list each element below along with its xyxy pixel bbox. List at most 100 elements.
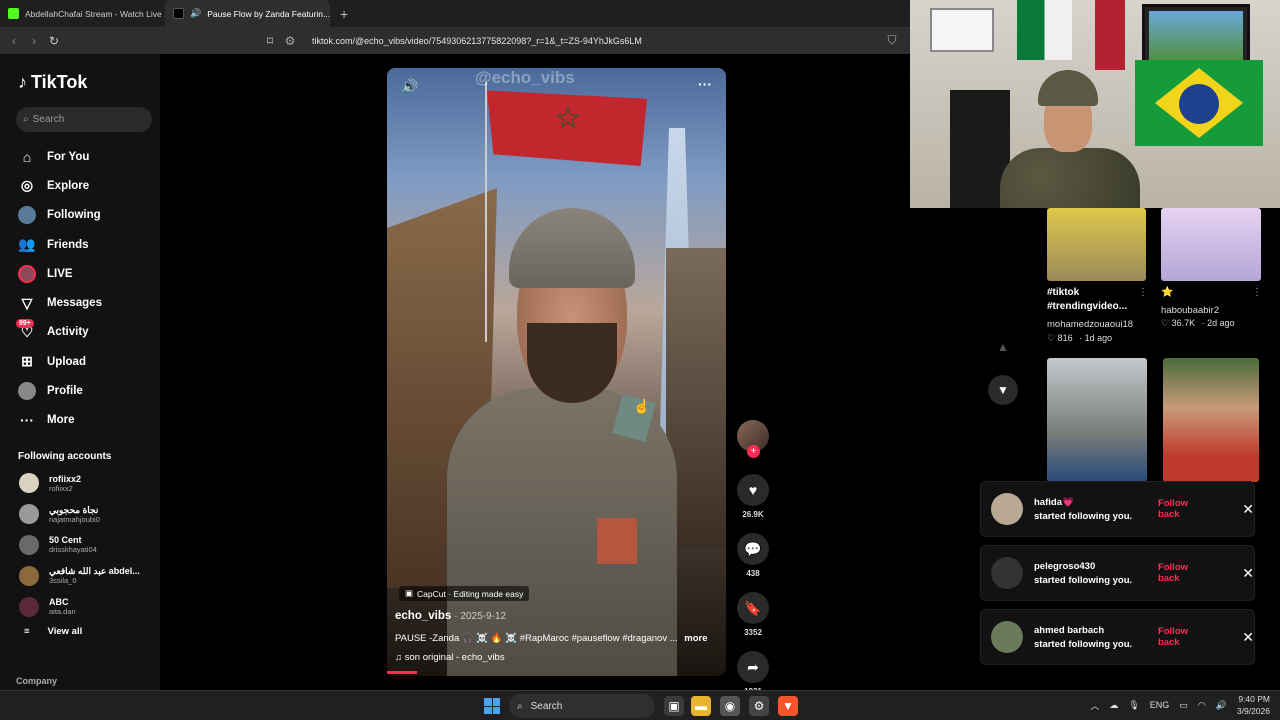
- algeria-flag: [1017, 0, 1072, 60]
- video-player[interactable]: ☆ @echo_vibs 🔊 ··· ☝ ▣ CapCut · Editing …: [387, 68, 726, 676]
- video-author[interactable]: echo_vibs: [395, 610, 451, 622]
- view-all-label: View all: [47, 625, 83, 637]
- close-icon[interactable]: ✕: [1242, 629, 1254, 646]
- brave-browser-icon[interactable]: ▼: [778, 696, 798, 716]
- follow-notification: pelegroso430 started following you. Follo…: [980, 545, 1255, 601]
- language-indicator[interactable]: ENG: [1150, 700, 1170, 710]
- dot-separator: ·: [1201, 318, 1205, 328]
- avatar[interactable]: [991, 621, 1023, 653]
- menu-for-you[interactable]: ⌂ For You: [16, 142, 160, 171]
- task-view-icon[interactable]: ▣: [664, 696, 684, 716]
- clock[interactable]: 9:40 PM 3/9/2026: [1237, 693, 1270, 717]
- video-actions: + ♥ 26.9K 💬 438 🔖 3352 ➦ 1831: [735, 420, 771, 696]
- search-input[interactable]: ⌕ Search: [16, 107, 152, 132]
- network-icon[interactable]: ▭: [1179, 700, 1188, 711]
- view-all-button[interactable]: ≡ View all: [24, 626, 160, 637]
- item-title[interactable]: #tiktok #trendingvideo...: [1047, 286, 1127, 314]
- video-thumbnail[interactable]: [1047, 208, 1146, 281]
- reload-icon[interactable]: ↻: [44, 34, 64, 48]
- account-name: 50 Cent: [49, 535, 82, 546]
- menu-friends[interactable]: 👥 Friends: [16, 230, 160, 259]
- follow-plus-icon[interactable]: +: [747, 445, 760, 458]
- notif-name: ahmed barbach: [1034, 624, 1105, 636]
- like-action[interactable]: ♥ 26.9K: [737, 474, 769, 519]
- tiktok-logo[interactable]: ♪ TikTok: [18, 72, 160, 93]
- menu-live[interactable]: LIVE: [16, 259, 160, 288]
- avatar: [19, 504, 39, 525]
- video-sound[interactable]: ♫ son original - echo_vibs: [395, 652, 505, 663]
- microphone-icon[interactable]: 🎙: [1128, 700, 1139, 711]
- volume-icon[interactable]: 🔊: [401, 78, 418, 95]
- following-account[interactable]: rofiixx2 rofiixx2: [19, 468, 160, 499]
- cloud-icon[interactable]: ☁: [1109, 700, 1118, 711]
- item-title-line: #trendingvideo...: [1047, 301, 1128, 312]
- compass-icon: ◎: [20, 177, 34, 194]
- character-beanie: [509, 208, 635, 288]
- capcut-badge[interactable]: ▣ CapCut · Editing made easy: [399, 586, 530, 601]
- avatar[interactable]: [991, 557, 1023, 589]
- menu-following[interactable]: Following: [16, 201, 160, 230]
- menu-messages[interactable]: ▽ Messages: [16, 288, 160, 317]
- taskbar-search[interactable]: ⌕ Search: [509, 694, 655, 718]
- comment-action[interactable]: 💬 438: [737, 533, 769, 578]
- shield-icon[interactable]: ⛉: [882, 33, 902, 48]
- close-icon[interactable]: ✕: [1242, 501, 1254, 518]
- volume-icon[interactable]: 🔊: [1216, 700, 1227, 711]
- menu-label: Upload: [47, 355, 86, 368]
- video-thumbnail[interactable]: [1161, 208, 1261, 281]
- following-account[interactable]: 50 Cent drisskhayati04: [19, 530, 160, 561]
- following-account[interactable]: ABC aita.dan: [19, 591, 160, 622]
- account-user: 3ssila_0: [49, 576, 77, 586]
- site-info-icon[interactable]: ⚙: [280, 34, 300, 48]
- next-video-icon[interactable]: ▼: [988, 375, 1018, 405]
- hand-cursor-icon: ☝: [633, 398, 651, 414]
- follow-back-button[interactable]: Follow back: [1158, 562, 1212, 584]
- tv-screen: [1149, 11, 1243, 63]
- avatar[interactable]: [991, 493, 1023, 525]
- company-link[interactable]: Company: [16, 676, 57, 686]
- menu-activity[interactable]: ♡ 99+ Activity: [16, 318, 160, 347]
- settings-icon[interactable]: ⚙: [749, 696, 769, 716]
- video-thumbnail[interactable]: [1047, 358, 1147, 482]
- tiktok-note-icon: ♪: [18, 72, 27, 92]
- follow-back-button[interactable]: Follow back: [1158, 498, 1212, 520]
- close-icon[interactable]: ✕: [1242, 565, 1254, 582]
- creator-avatar[interactable]: +: [737, 420, 769, 458]
- new-tab-icon[interactable]: +: [340, 6, 348, 22]
- menu-profile[interactable]: Profile: [16, 376, 160, 405]
- camera-icon[interactable]: ◉: [720, 696, 740, 716]
- item-user[interactable]: haboubaabir2: [1161, 305, 1219, 316]
- forward-icon[interactable]: ›: [24, 34, 44, 48]
- video-thumbnail[interactable]: [1163, 358, 1259, 482]
- item-more-icon[interactable]: ⋮: [1252, 287, 1262, 298]
- item-title[interactable]: ⭐: [1161, 286, 1173, 300]
- speaker-icon: 🔊: [190, 8, 202, 18]
- menu-explore[interactable]: ◎ Explore: [16, 171, 160, 200]
- item-age: 1d ago: [1084, 333, 1113, 343]
- item-more-icon[interactable]: ⋮: [1138, 287, 1148, 298]
- tab-stream[interactable]: AbdellahChafai Stream - Watch Live ...: [0, 0, 165, 27]
- follow-back-button[interactable]: Follow back: [1158, 626, 1212, 648]
- windows-start-icon[interactable]: [484, 698, 500, 714]
- url-text[interactable]: tiktok.com/@echo_vibs/video/754930621377…: [312, 36, 642, 46]
- menu-upload[interactable]: ⊞ Upload: [16, 347, 160, 376]
- previous-video-icon[interactable]: ▲: [988, 332, 1018, 362]
- heart-outline-icon: ♡: [1047, 333, 1056, 343]
- video-more-icon[interactable]: ···: [698, 76, 712, 92]
- back-icon[interactable]: ‹: [4, 34, 24, 48]
- item-user[interactable]: mohamedzouaoui18: [1047, 319, 1133, 330]
- caption-more-button[interactable]: more: [684, 633, 707, 644]
- activity-icon: ♡ 99+: [16, 319, 36, 341]
- video-progress-bar[interactable]: [387, 671, 417, 674]
- file-explorer-icon[interactable]: ▬: [691, 696, 711, 716]
- notif-name: hafida💗: [1034, 496, 1074, 508]
- wifi-icon[interactable]: ◠: [1198, 700, 1206, 711]
- tab-tiktok[interactable]: 🔊 Pause Flow by Zanda Featurin... ✕: [165, 0, 330, 27]
- following-account[interactable]: نجاة محجوبي najatmahjoubi0: [19, 499, 160, 530]
- following-account[interactable]: عبد الله شافعي abdel... 3ssila_0: [19, 560, 160, 591]
- menu-more[interactable]: ··· More: [16, 406, 160, 435]
- save-action[interactable]: 🔖 3352: [737, 592, 769, 637]
- friends-icon: 👥: [18, 236, 36, 253]
- chevron-up-icon[interactable]: ︿: [1090, 699, 1099, 712]
- bookmark-icon[interactable]: ⌑: [260, 34, 280, 48]
